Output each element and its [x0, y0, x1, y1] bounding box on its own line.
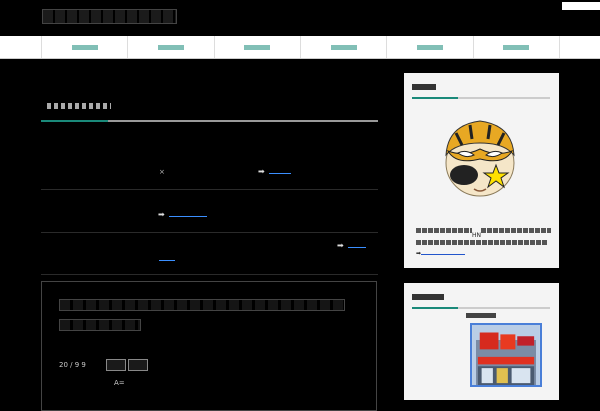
nav-tab-5[interactable] — [387, 36, 474, 58]
global-nav — [0, 36, 600, 59]
post-date: 20 / 9 9 — [59, 361, 86, 369]
widget-divider — [412, 307, 550, 309]
site-header — [0, 0, 600, 36]
row-link-continued[interactable] — [159, 255, 175, 263]
profile-widget-title — [412, 83, 436, 92]
nav-tab-1[interactable] — [42, 36, 129, 58]
shop-widget — [404, 283, 559, 400]
row-link[interactable] — [269, 168, 291, 176]
shop-storefront-photo[interactable] — [470, 323, 542, 387]
arrow-right-icon: ➡ — [337, 241, 344, 250]
site-title[interactable] — [42, 9, 177, 27]
list-item: × ➡ — [41, 122, 378, 190]
post-tag[interactable] — [106, 359, 126, 371]
post-card: 20 / 9 9 A= — [41, 281, 377, 411]
nav-tab-3[interactable] — [215, 36, 301, 58]
row-link[interactable] — [169, 211, 207, 219]
nav-tab-2[interactable] — [128, 36, 215, 58]
row-link[interactable] — [348, 242, 366, 250]
shop-caption — [466, 313, 496, 320]
profile-description: HN ➡ — [416, 228, 551, 258]
widget-divider — [412, 97, 550, 99]
site-title-text[interactable] — [42, 9, 177, 24]
shop-widget-title — [412, 293, 444, 302]
post-author: A= — [114, 379, 125, 387]
arrow-right-icon: ➡ — [158, 210, 165, 219]
profile-widget: HN ➡ — [404, 73, 559, 268]
page-heading — [47, 102, 111, 111]
nav-tab-4[interactable] — [301, 36, 388, 58]
profile-hn-text: HN — [472, 232, 481, 239]
arrow-right-icon: ➡ — [258, 167, 265, 176]
post-tag[interactable] — [128, 359, 148, 371]
profile-link[interactable] — [421, 250, 466, 257]
row-mark: × — [159, 168, 165, 176]
tiger-mask-avatar-icon — [445, 120, 515, 197]
nav-tab-6[interactable] — [474, 36, 560, 58]
header-search-box[interactable] — [562, 2, 600, 10]
list-item: ➡ — [41, 233, 378, 275]
list-item: ➡ — [41, 190, 378, 233]
post-title[interactable] — [59, 299, 359, 339]
